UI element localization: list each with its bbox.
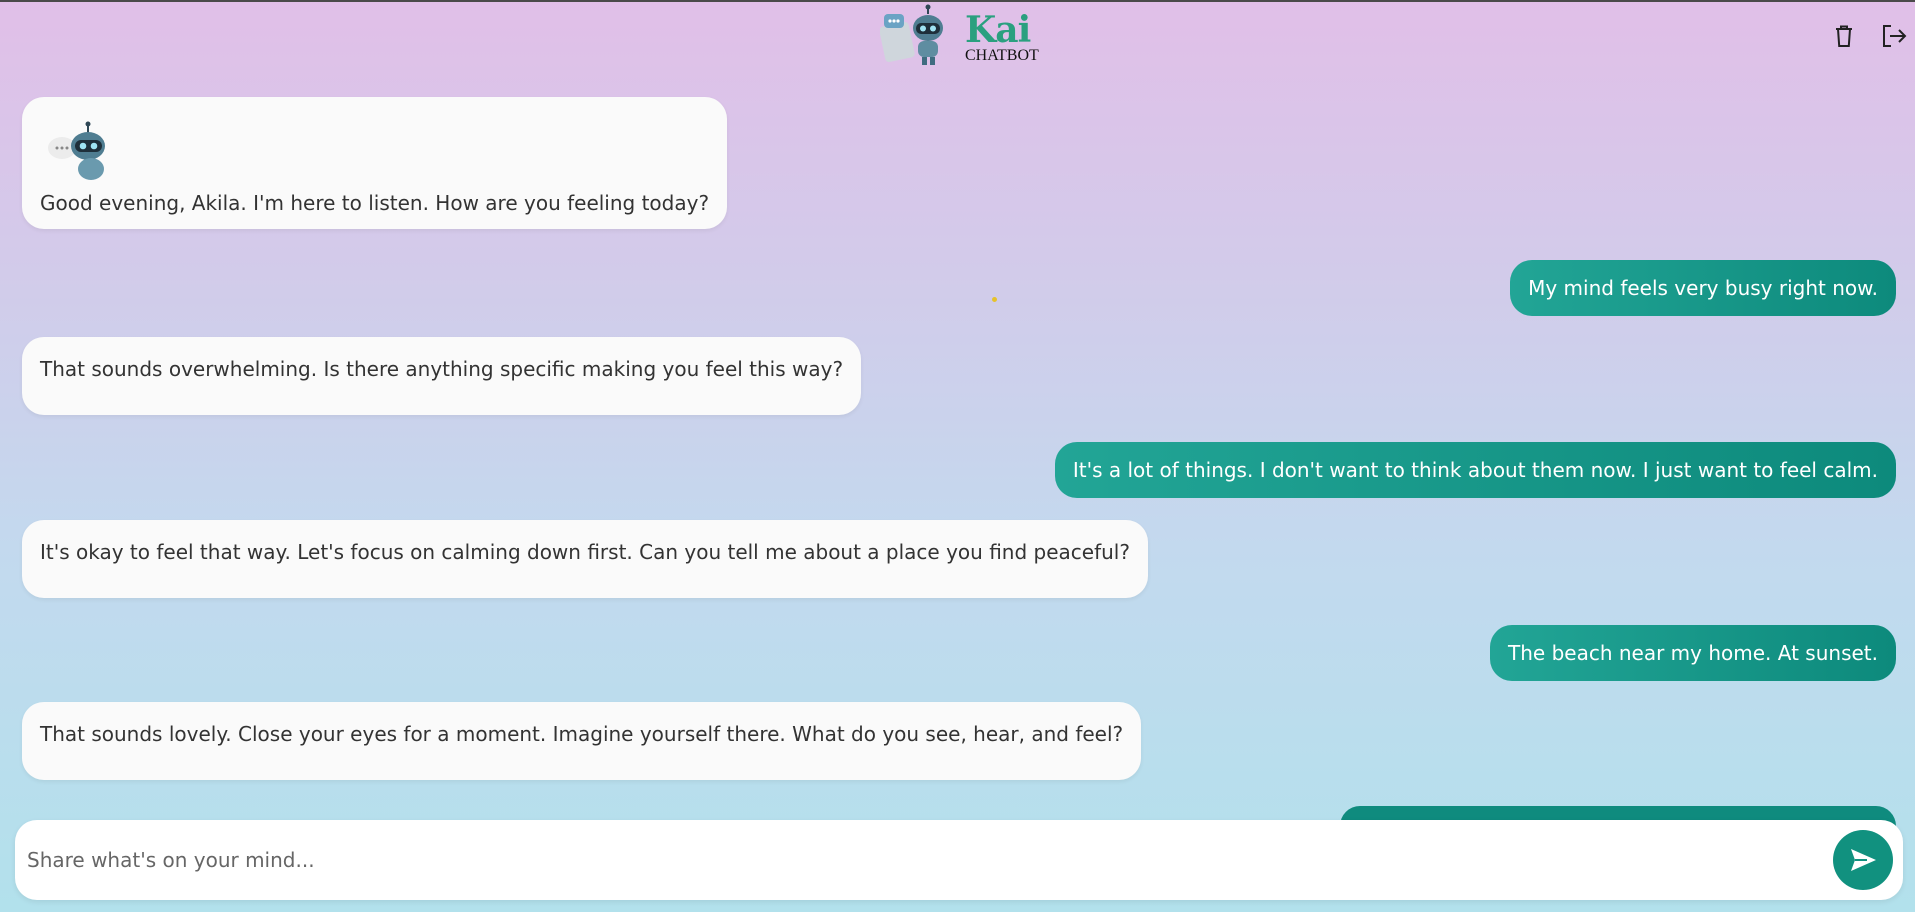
bot-message: It's okay to feel that way. Let's focus … [22, 520, 1148, 598]
message-composer [15, 820, 1903, 900]
message-text: Good evening, Akila. I'm here to listen.… [40, 191, 710, 215]
typing-indicator-dot [992, 297, 997, 302]
send-button[interactable] [1833, 830, 1893, 890]
message-text: That sounds overwhelming. Is there anyth… [40, 357, 844, 381]
bot-avatar-icon [48, 121, 105, 180]
robot-logo-icon [880, 4, 943, 65]
header: Kai CHATBOT [0, 0, 1915, 80]
user-message: My mind feels very busy right now. [1510, 260, 1896, 316]
clear-chat-button[interactable] [1830, 22, 1858, 50]
message-text: My mind feels very busy right now. [1528, 276, 1878, 300]
logo-title: Kai [965, 9, 1031, 51]
logo-subtitle: CHATBOT [965, 47, 1039, 64]
send-icon [1851, 849, 1876, 871]
message-text: That sounds lovely. Close your eyes for … [40, 722, 1124, 746]
message-text: It's a lot of things. I don't want to th… [1072, 458, 1878, 482]
logout-button[interactable] [1880, 22, 1908, 50]
bot-message: That sounds overwhelming. Is there anyth… [22, 337, 862, 415]
logout-icon [1883, 25, 1907, 47]
bot-message: Good evening, Akila. I'm here to listen.… [22, 97, 728, 229]
user-message: The beach near my home. At sunset. [1490, 625, 1896, 681]
message-input[interactable] [27, 836, 1827, 884]
chat-messages: Good evening, Akila. I'm here to listen.… [0, 80, 1915, 815]
trash-icon [1836, 25, 1852, 47]
bot-message: That sounds lovely. Close your eyes for … [22, 702, 1142, 780]
app-logo: Kai CHATBOT [880, 4, 1040, 70]
user-message: It's a lot of things. I don't want to th… [1054, 442, 1896, 498]
message-text: It's okay to feel that way. Let's focus … [40, 540, 1130, 564]
message-text: The beach near my home. At sunset. [1508, 641, 1878, 665]
